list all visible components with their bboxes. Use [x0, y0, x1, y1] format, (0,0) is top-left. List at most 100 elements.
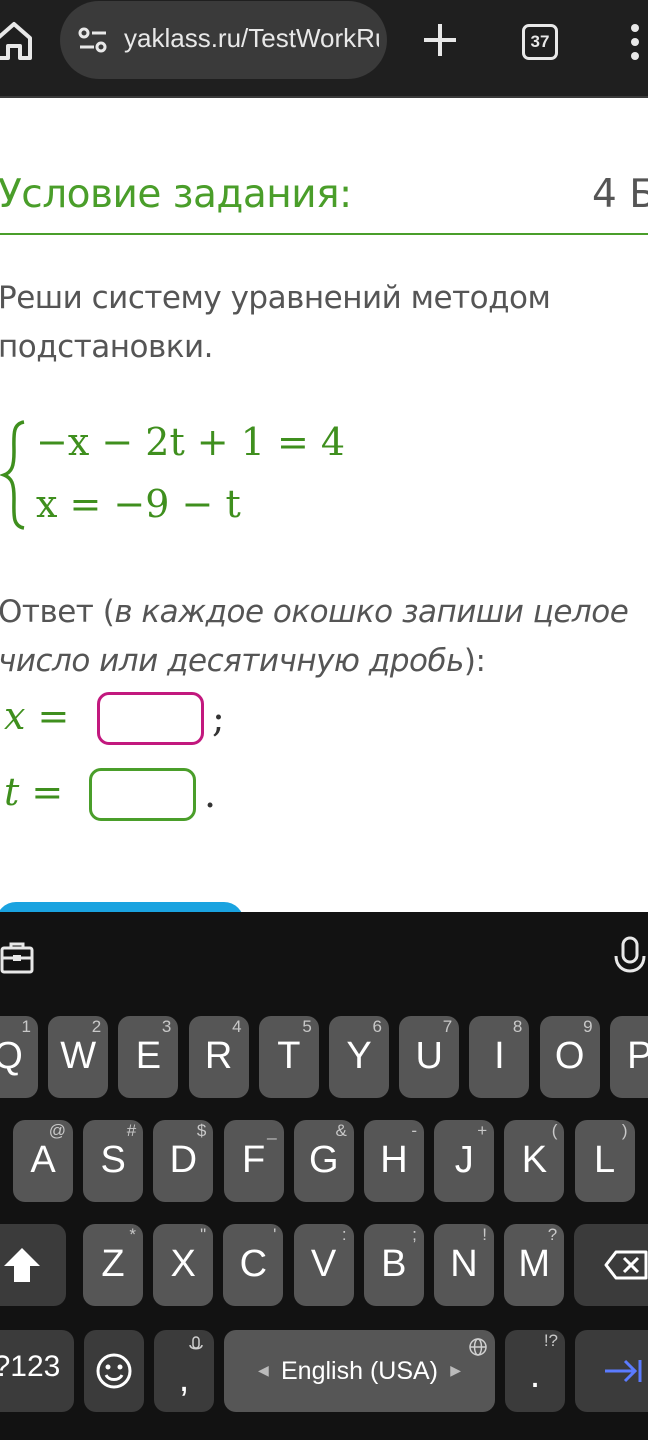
key-label: O — [554, 1035, 585, 1077]
toolbar-divider — [0, 96, 648, 98]
shift-key[interactable] — [0, 1224, 66, 1306]
key-hint: ? — [547, 1225, 558, 1244]
key-j[interactable]: J + — [434, 1120, 495, 1202]
answer-suffix: ): — [463, 643, 486, 679]
key-hint: ' — [273, 1225, 277, 1244]
key-label: U — [415, 1035, 443, 1077]
key-hint: # — [126, 1121, 137, 1140]
mic-hint-icon — [189, 1336, 203, 1350]
key-label: I — [494, 1035, 505, 1077]
key-label: Z — [101, 1243, 125, 1285]
header-divider — [0, 233, 648, 235]
next-arrow-icon — [605, 1359, 642, 1383]
space-left-arrow-icon: ◀ — [258, 1362, 269, 1378]
key-hint: 6 — [372, 1017, 382, 1036]
key-m[interactable]: M? — [504, 1224, 565, 1306]
more-menu-icon[interactable] — [628, 22, 642, 62]
t-answer-input[interactable] — [89, 768, 196, 821]
home-icon[interactable] — [0, 18, 34, 62]
url-text[interactable]: yaklass.ru/TestWorkRun — [124, 23, 379, 54]
key-hint: 7 — [442, 1017, 453, 1036]
key-hint: + — [477, 1121, 488, 1140]
answer-prompt: Ответ (в каждое окошко запиши целое числ… — [0, 588, 648, 686]
key-hint: - — [411, 1121, 417, 1140]
t-label: t = — [4, 770, 64, 814]
key-d[interactable]: D $ — [153, 1120, 214, 1202]
key-hint: ) — [621, 1121, 628, 1140]
equation-1: −x − 2t + 1 = 4 — [36, 420, 346, 464]
globe-icon — [469, 1338, 487, 1356]
key-hint: _ — [267, 1121, 277, 1140]
key-label: K — [521, 1139, 548, 1181]
key-label: L — [594, 1139, 616, 1181]
key-x[interactable]: X " — [153, 1224, 214, 1306]
system-nav-bar — [0, 1424, 648, 1440]
symbols-key-label: ?123 — [0, 1350, 61, 1383]
key-a[interactable]: A @ — [13, 1120, 73, 1202]
comma-key[interactable]: , — [154, 1330, 214, 1412]
microphone-icon[interactable] — [612, 936, 648, 976]
new-tab-icon[interactable] — [420, 20, 460, 60]
key-z[interactable]: Z * — [83, 1224, 143, 1306]
key-t[interactable]: T5 — [258, 1016, 319, 1098]
key-label: W — [60, 1035, 97, 1077]
key-label: V — [310, 1243, 337, 1285]
key-y[interactable]: Y6 — [329, 1016, 389, 1098]
key-s[interactable]: S # — [83, 1120, 144, 1202]
key-label: M — [518, 1243, 551, 1285]
task-header: Условие задания: 4 Б. — [0, 170, 648, 220]
tab-switcher-button[interactable]: 37 — [522, 24, 558, 60]
x-answer-input[interactable] — [97, 692, 204, 745]
task-instruction: Реши систему уравнений методом подстанов… — [0, 280, 551, 365]
key-label: Y — [346, 1035, 372, 1077]
equation-2: x = −9 − t — [36, 482, 241, 526]
next-key[interactable] — [575, 1330, 648, 1412]
key-p[interactable]: P0 — [609, 1016, 648, 1098]
key-hint: 4 — [232, 1017, 242, 1036]
key-label: X — [170, 1243, 196, 1285]
key-f[interactable]: F _ — [223, 1120, 284, 1202]
key-hint: ! — [482, 1225, 487, 1244]
space-right-arrow-icon: ▶ — [450, 1362, 461, 1378]
key-q[interactable]: Q1 — [0, 1016, 38, 1098]
key-h[interactable]: H- — [364, 1120, 424, 1202]
key-label: E — [135, 1035, 162, 1077]
address-bar[interactable]: yaklass.ru/TestWorkRun — [60, 1, 387, 79]
key-u[interactable]: U7 — [399, 1016, 460, 1098]
key-e[interactable]: E3 — [118, 1016, 179, 1098]
key-g[interactable]: G & — [293, 1120, 354, 1202]
key-label: Q — [0, 1035, 23, 1077]
key-i[interactable]: I8 — [469, 1016, 530, 1098]
x-label: x = — [4, 694, 70, 738]
key-label: B — [381, 1243, 407, 1285]
system-brace — [0, 420, 25, 530]
space-key[interactable]: English (USA) ◀ ▶ — [224, 1330, 495, 1412]
key-hint: 5 — [302, 1017, 312, 1036]
key-hint: : — [341, 1225, 347, 1244]
key-c[interactable]: C ' — [223, 1224, 284, 1306]
key-hint: ( — [551, 1121, 558, 1140]
key-o[interactable]: O9 — [539, 1016, 600, 1098]
clipboard-icon[interactable] — [0, 940, 34, 974]
period-key-label: . — [529, 1354, 541, 1396]
backspace-key[interactable] — [574, 1224, 648, 1306]
emoji-icon — [96, 1353, 132, 1389]
key-v[interactable]: V: — [293, 1224, 354, 1306]
period-key[interactable]: .!? — [505, 1330, 565, 1412]
site-settings-icon[interactable] — [76, 25, 110, 55]
key-l[interactable]: L) — [574, 1120, 635, 1202]
symbols-key[interactable]: ?123 — [0, 1330, 74, 1412]
key-b[interactable]: B; — [363, 1224, 424, 1306]
answer-prefix: Ответ ( — [0, 594, 115, 630]
x-terminator: ; — [212, 696, 225, 740]
key-hint: 8 — [512, 1017, 523, 1036]
comma-key-label: , — [178, 1358, 190, 1400]
emoji-key[interactable] — [84, 1330, 144, 1412]
key-k[interactable]: K( — [504, 1120, 565, 1202]
key-label: C — [239, 1243, 268, 1285]
key-n[interactable]: N! — [434, 1224, 494, 1306]
key-r[interactable]: R4 — [188, 1016, 249, 1098]
key-label: F — [241, 1139, 266, 1181]
key-w[interactable]: W2 — [48, 1016, 109, 1098]
period-key-hint: !? — [543, 1331, 558, 1350]
